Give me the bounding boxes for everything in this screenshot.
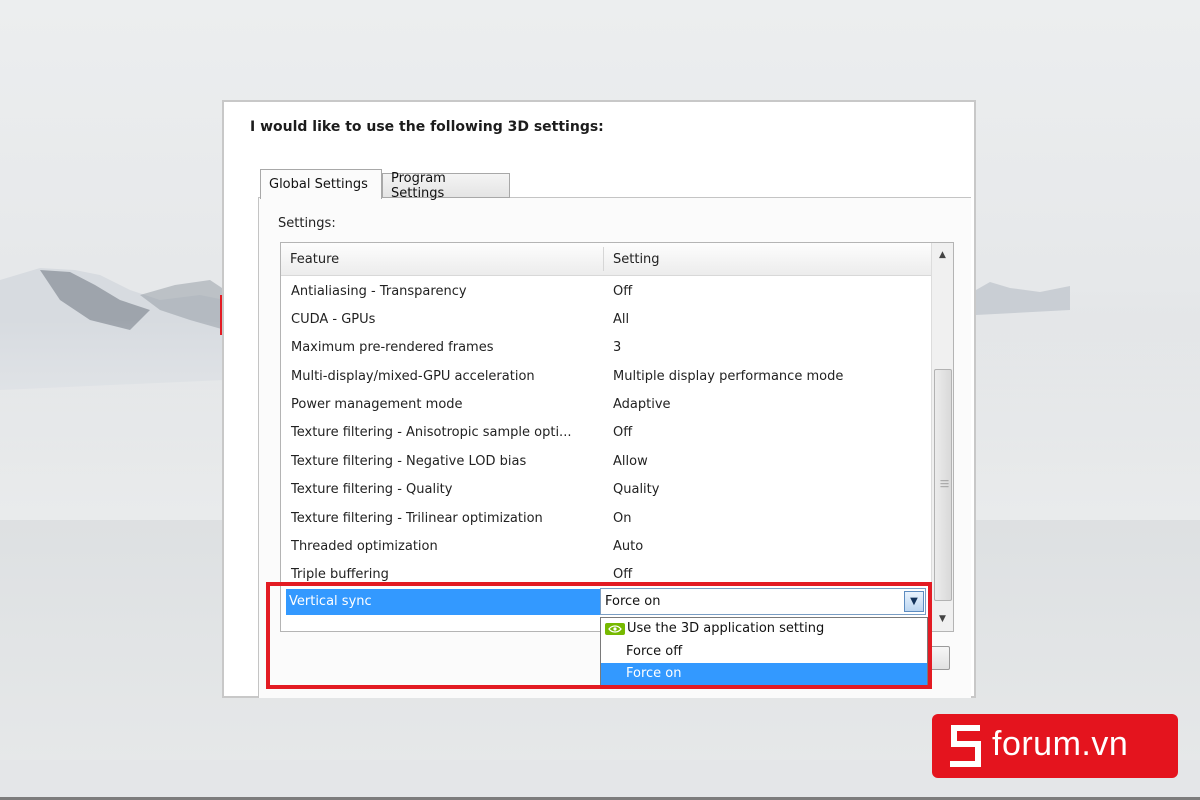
scroll-up-arrow-icon[interactable]: ▲ [932, 245, 953, 265]
tab-program-settings[interactable]: Program Settings [382, 171, 510, 201]
dropdown-option-force-off[interactable]: Force off [601, 641, 927, 663]
feature-cell: Texture filtering - Negative LOD bias [291, 454, 527, 469]
dropdown-option-use-app-setting[interactable]: Use the 3D application setting [601, 618, 927, 640]
setting-cell: All [613, 312, 630, 327]
settings-label: Settings: [278, 216, 336, 231]
sforum-logo: forum.vn [932, 714, 1178, 778]
partially-hidden-button[interactable] [928, 646, 950, 670]
feature-cell: Antialiasing - Transparency [291, 284, 467, 299]
option-label: Force off [626, 644, 683, 659]
option-label: Use the 3D application setting [627, 621, 825, 636]
scrollbar-thumb[interactable]: — — — [934, 369, 952, 601]
feature-cell: Power management mode [291, 397, 463, 412]
table-row[interactable]: Threaded optimization Auto [281, 534, 931, 562]
option-label: Force on [626, 666, 682, 681]
column-header-feature[interactable]: Feature [290, 252, 339, 267]
setting-cell: 3 [613, 340, 622, 355]
feature-cell: Triple buffering [291, 567, 389, 582]
feature-cell: Texture filtering - Anisotropic sample o… [291, 425, 572, 440]
column-separator [603, 247, 604, 271]
scroll-down-arrow-icon[interactable]: ▼ [932, 609, 953, 629]
table-row[interactable]: Power management mode Adaptive [281, 392, 931, 420]
table-row[interactable]: Maximum pre-rendered frames 3 [281, 335, 931, 363]
feature-cell: Threaded optimization [291, 539, 438, 554]
feature-cell: Texture filtering - Trilinear optimizati… [291, 511, 543, 526]
select-value: Force on [605, 594, 661, 609]
feature-cell: Texture filtering - Quality [291, 482, 453, 497]
table-row-vertical-sync[interactable]: Vertical sync Force on ▼ [282, 587, 927, 616]
tab-global-settings[interactable]: Global Settings [260, 169, 382, 199]
setting-cell: Off [613, 425, 633, 440]
table-row[interactable]: Texture filtering - Anisotropic sample o… [281, 420, 931, 448]
setting-cell: On [613, 511, 632, 526]
list-header: Feature Setting [281, 243, 931, 276]
vertical-scrollbar[interactable]: ▲ — — — ▼ [931, 243, 953, 631]
setting-cell: Off [613, 567, 633, 582]
feature-cell: Multi-display/mixed-GPU acceleration [291, 369, 535, 384]
vertical-sync-dropdown-list: Use the 3D application setting Force off… [600, 617, 928, 687]
setting-cell: Allow [613, 454, 648, 469]
setting-cell: Quality [613, 482, 660, 497]
table-row[interactable]: Texture filtering - Trilinear optimizati… [281, 506, 931, 534]
table-row[interactable]: Multi-display/mixed-GPU acceleration Mult… [281, 364, 931, 392]
setting-cell: Adaptive [613, 397, 671, 412]
table-row[interactable]: CUDA - GPUs All [281, 307, 931, 335]
vertical-sync-select[interactable]: Force on ▼ [600, 588, 926, 615]
vertical-sync-label: Vertical sync [289, 594, 372, 609]
setting-cell: Multiple display performance mode [613, 369, 844, 384]
table-row[interactable]: Antialiasing - Transparency Off [281, 279, 931, 307]
column-header-setting[interactable]: Setting [613, 252, 660, 267]
logo-text: forum.vn [992, 725, 1129, 763]
vertical-sync-feature-cell[interactable]: Vertical sync [286, 589, 600, 615]
setting-cell: Off [613, 284, 633, 299]
feature-cell: Maximum pre-rendered frames [291, 340, 494, 355]
table-row[interactable]: Texture filtering - Quality Quality [281, 477, 931, 505]
chevron-down-icon[interactable]: ▼ [904, 591, 924, 612]
setting-cell: Auto [613, 539, 644, 554]
grip-icon: — — — [940, 476, 949, 492]
dialog-heading: I would like to use the following 3D set… [250, 119, 604, 135]
settings-list: Feature Setting Antialiasing - Transpare… [280, 242, 954, 632]
table-row[interactable]: Texture filtering - Negative LOD bias All… [281, 449, 931, 477]
table-row[interactable]: Triple buffering Off [281, 562, 931, 590]
feature-cell: CUDA - GPUs [291, 312, 376, 327]
nvidia-logo-icon [605, 623, 625, 635]
sforum-s-logo-icon [950, 725, 981, 767]
dropdown-option-force-on[interactable]: Force on [601, 663, 927, 685]
